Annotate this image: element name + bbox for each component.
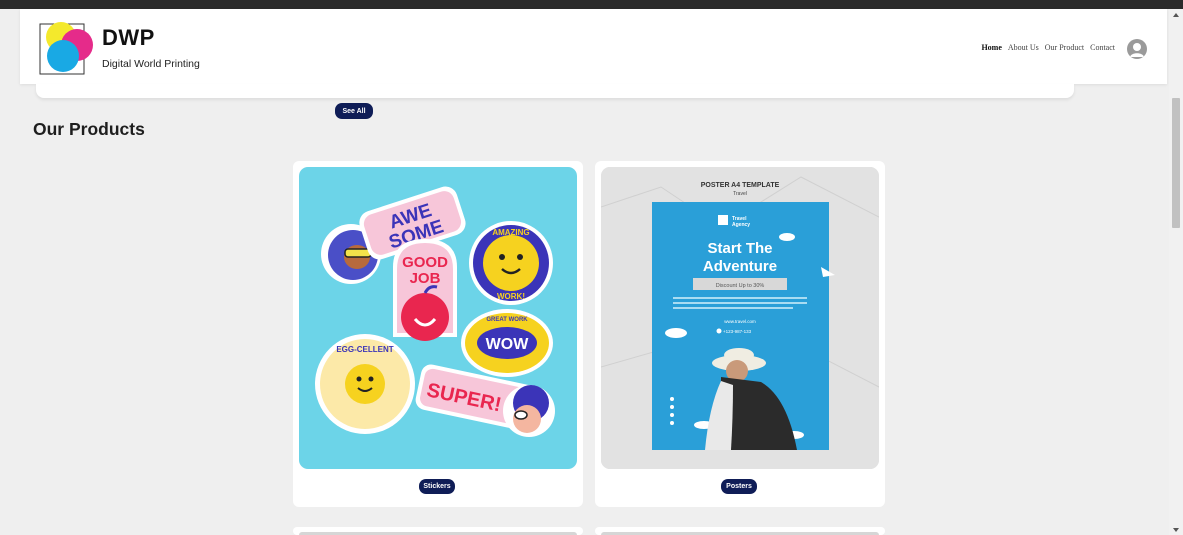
svg-text:Discount Up to 30%: Discount Up to 30% [716,283,765,289]
svg-text:Start The: Start The [707,240,772,257]
boy-sticker [503,385,555,437]
svg-text:AMAZING: AMAZING [492,228,529,237]
nav-about-us[interactable]: About Us [1008,43,1039,52]
see-all-button[interactable]: See All [335,103,373,119]
product-card-posters[interactable]: POSTER A4 TEMPLATE Travel Travel Agency … [595,161,885,507]
main-nav: Home About Us Our Product Contact [981,43,1115,52]
logo[interactable]: DWP Digital World Printing [34,15,224,77]
wow-sticker: WOW GREAT WORK [461,309,553,377]
svg-text:+123-987-133: +123-987-133 [723,329,752,334]
product-card-next-1[interactable] [293,527,583,535]
logo-subtitle: Digital World Printing [102,58,200,70]
logo-mark-icon [39,22,93,75]
good-job-sticker: GOOD JOB [393,239,457,341]
scroll-up-arrow-icon[interactable] [1173,13,1179,17]
browser-top-strip [0,0,1183,9]
scrollbar-thumb[interactable] [1172,98,1180,228]
user-avatar-icon[interactable] [1127,39,1147,59]
product-card-next-2[interactable] [595,527,885,535]
egg-cellent-sticker: EGG-CELLENT [315,334,415,434]
svg-text:Adventure: Adventure [703,258,777,275]
svg-text:EGG-CELLENT: EGG-CELLENT [336,345,393,354]
nav-contact[interactable]: Contact [1090,43,1115,52]
site-header: DWP Digital World Printing Home About Us… [20,9,1167,84]
section-title: Our Products [33,119,145,139]
svg-text:GREAT WORK: GREAT WORK [486,317,528,323]
svg-text:GOOD: GOOD [402,254,448,271]
stickers-button[interactable]: Stickers [419,479,455,494]
amazing-work-sticker: AMAZING WORK! [469,221,553,305]
logo-title: DWP [102,25,155,50]
svg-text:POSTER A4 TEMPLATE: POSTER A4 TEMPLATE [701,182,780,189]
svg-text:WORK!: WORK! [497,292,525,301]
svg-text:JOB: JOB [410,270,441,287]
svg-text:Agency: Agency [732,222,750,228]
previous-section-card-bottom [36,84,1074,98]
posters-button[interactable]: Posters [721,479,757,494]
svg-text:Travel: Travel [733,191,747,197]
posters-image: POSTER A4 TEMPLATE Travel Travel Agency … [601,167,879,469]
scroll-down-arrow-icon[interactable] [1173,528,1179,532]
svg-text:www.travel.com: www.travel.com [724,319,756,324]
svg-text:WOW: WOW [486,336,530,353]
product-card-stickers[interactable]: AWE SOME GOOD JOB AMAZING WORK! WOW GREA… [293,161,583,507]
stickers-image: AWE SOME GOOD JOB AMAZING WORK! WOW GREA… [299,167,577,469]
nav-home[interactable]: Home [981,43,1001,52]
scrollbar[interactable] [1169,9,1183,535]
nav-our-product[interactable]: Our Product [1045,43,1084,52]
